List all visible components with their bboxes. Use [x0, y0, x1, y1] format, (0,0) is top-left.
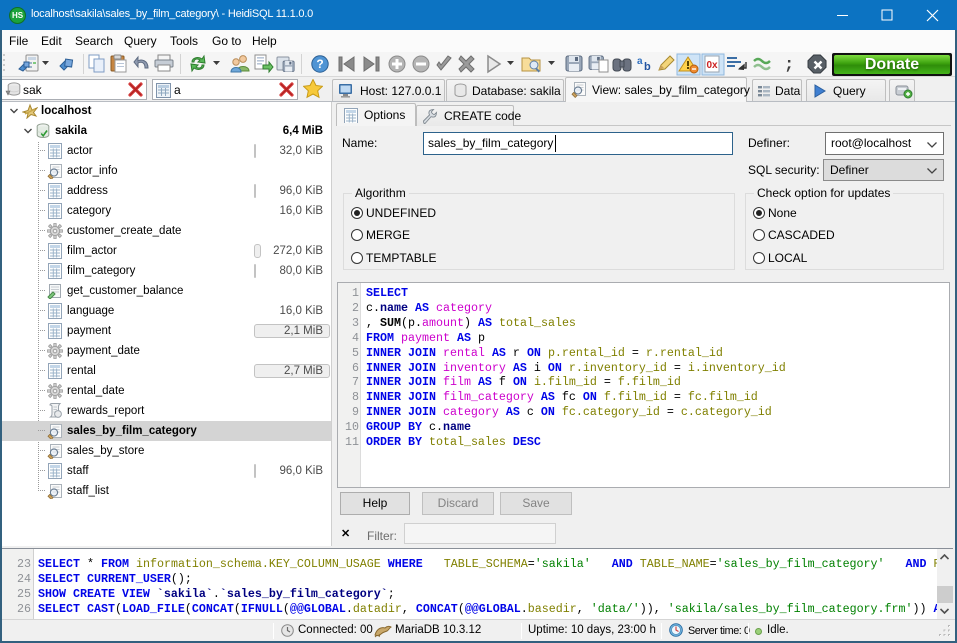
- svg-text:0x: 0x: [706, 60, 718, 71]
- svg-text:?: ?: [316, 57, 323, 71]
- svg-text:a: a: [637, 56, 643, 67]
- svg-text:b: b: [644, 61, 651, 73]
- svg-text:;: ;: [784, 56, 794, 75]
